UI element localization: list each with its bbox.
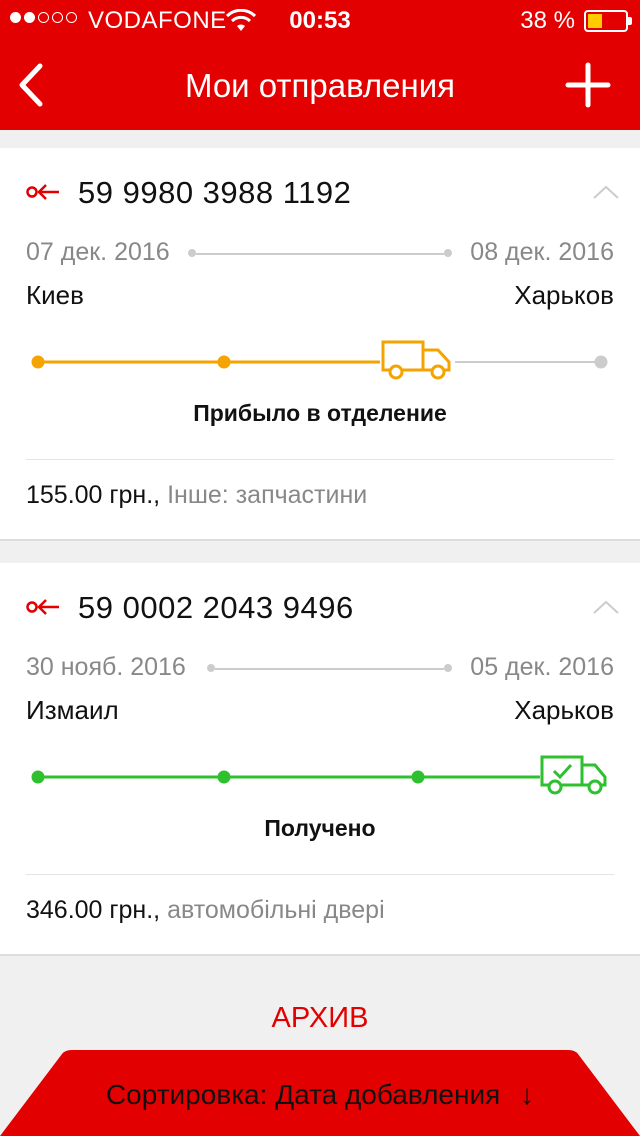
divider (26, 874, 614, 875)
shipment-card[interactable]: 59 0002 2043 9496 30 нояб. 2016 05 дек. … (0, 563, 640, 956)
chevron-up-icon[interactable] (592, 184, 620, 200)
date-from: 30 нояб. 2016 (26, 653, 186, 681)
delivery-progress-track (31, 755, 607, 795)
sort-control[interactable]: Сортировка: Дата добавления ↓ (0, 1079, 640, 1111)
price: 155.00 грн., (26, 481, 161, 509)
city-to: Харьков (514, 695, 614, 725)
date-to: 08 дек. 2016 (470, 238, 614, 266)
shipment-status: Получено (264, 815, 376, 841)
truck-icon (381, 340, 451, 380)
city-from: Измаил (26, 695, 119, 725)
delivery-progress-track (31, 340, 608, 380)
add-shipment-icon[interactable] (564, 61, 612, 109)
progress-step-dot (217, 355, 231, 369)
shipment-cost: 155.00 грн., Інше: запчастини (26, 481, 367, 510)
tracking-number: 59 0002 2043 9496 (78, 590, 354, 625)
cargo-description: Інше: запчастини (167, 481, 368, 509)
shipment-cities: Киев Харьков (26, 280, 614, 314)
progress-step-dot (411, 770, 425, 784)
progress-step-dot (31, 770, 45, 784)
progress-step-dot (31, 355, 45, 369)
outgoing-shipment-icon (26, 599, 59, 615)
shipment-dates: 07 дек. 2016 08 дек. 2016 (26, 238, 614, 268)
status-bar: VODAFONE 00:53 38 % (0, 0, 640, 40)
archive-link[interactable]: АРХИВ (0, 1002, 640, 1035)
sort-bar[interactable]: Сортировка: Дата добавления ↓ (0, 1050, 640, 1136)
outgoing-shipment-icon (26, 184, 59, 200)
tracking-number: 59 9980 3988 1192 (78, 175, 352, 210)
chevron-up-icon[interactable] (592, 599, 620, 615)
page-title: Мои отправления (184, 67, 456, 104)
sort-direction-icon[interactable]: ↓ (520, 1079, 534, 1111)
date-to: 05 дек. 2016 (470, 653, 614, 681)
shipment-cost: 346.00 грн., автомобільні двері (26, 896, 385, 925)
shipment-status: Прибыло в отделение (193, 400, 447, 426)
sort-value: Дата добавления (275, 1079, 501, 1110)
battery-percentage: 38 % (520, 7, 575, 34)
navigation-bar: Мои отправления (0, 40, 640, 130)
city-to: Харьков (514, 280, 614, 310)
shipment-card[interactable]: 59 9980 3988 1192 07 дек. 2016 08 дек. 2… (0, 148, 640, 541)
cargo-description: автомобільні двері (167, 896, 385, 924)
shipment-dates: 30 нояб. 2016 05 дек. 2016 (26, 653, 614, 683)
battery-icon (584, 10, 632, 32)
progress-step-dot (217, 770, 231, 784)
divider (26, 459, 614, 460)
truck-delivered-icon (540, 755, 607, 795)
price: 346.00 грн., (26, 896, 161, 924)
city-from: Киев (26, 280, 84, 310)
date-from: 07 дек. 2016 (26, 238, 170, 266)
progress-step-dot (594, 355, 608, 369)
sort-label: Сортировка: (105, 1079, 268, 1110)
shipment-cities: Измаил Харьков (26, 695, 614, 729)
